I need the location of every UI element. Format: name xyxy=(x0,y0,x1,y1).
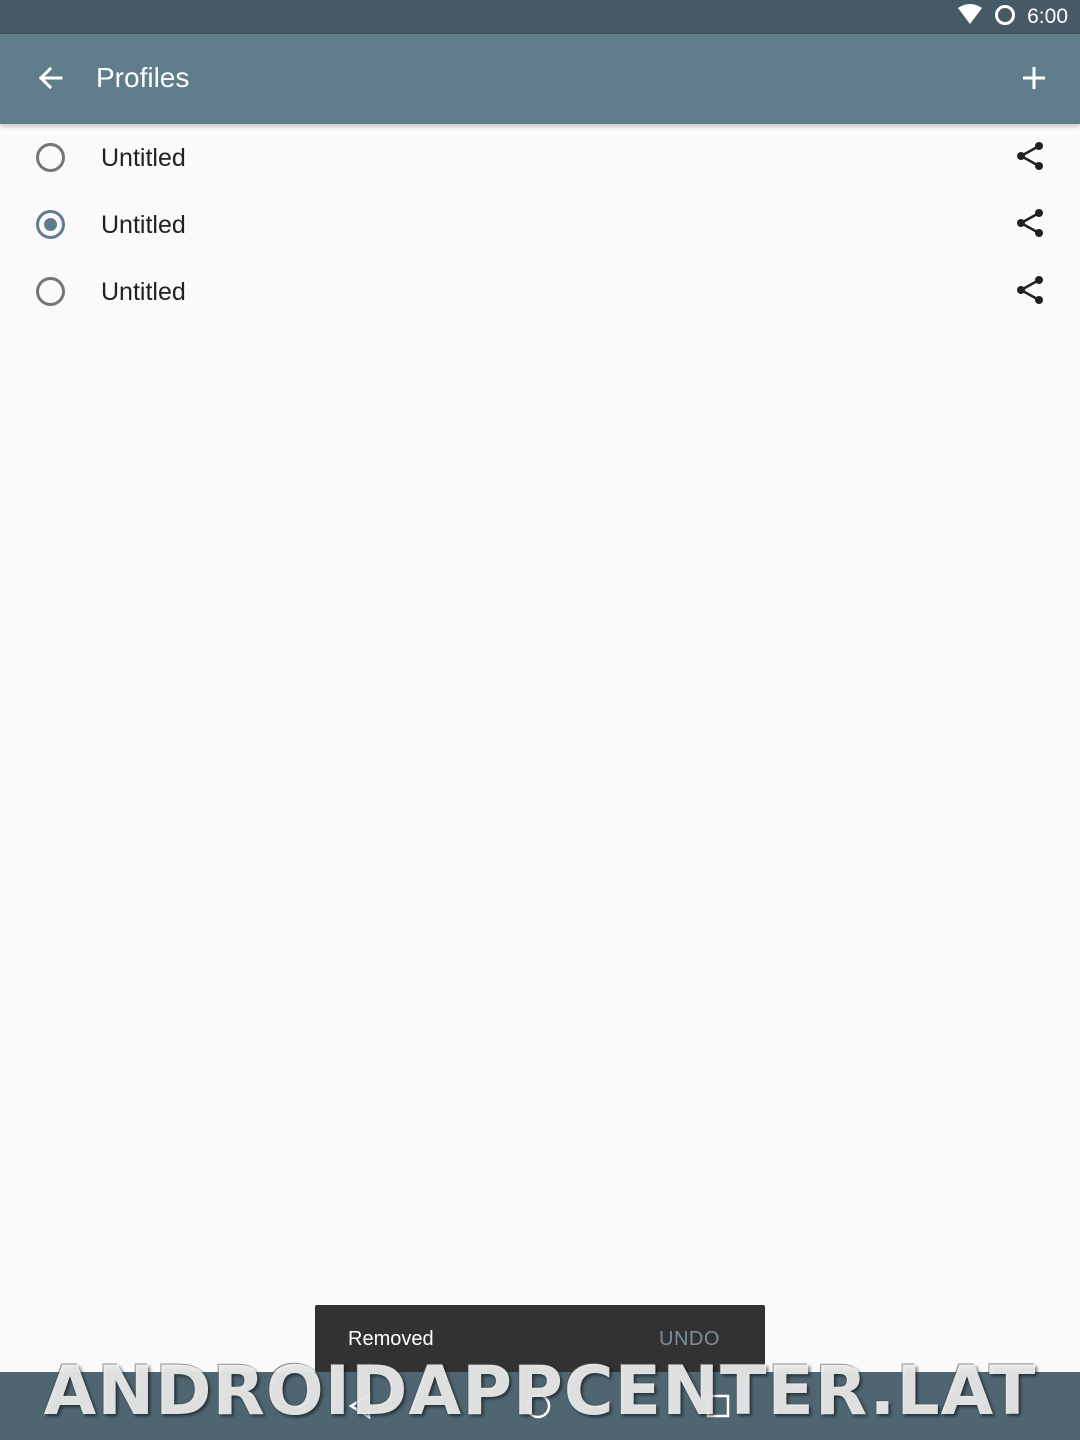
profile-label: Untitled xyxy=(101,211,186,239)
nav-recents-button[interactable] xyxy=(698,1388,738,1428)
profile-radio-button[interactable] xyxy=(36,210,65,239)
profile-row[interactable]: Untitled xyxy=(0,258,1080,325)
navigation-bar xyxy=(0,1372,1080,1440)
nav-home-button[interactable] xyxy=(518,1388,558,1428)
share-icon xyxy=(1014,274,1046,311)
home-circle-icon xyxy=(523,1391,553,1426)
share-button[interactable] xyxy=(1010,138,1050,178)
status-bar: 6:00 xyxy=(0,0,1080,34)
profile-list: Untitled Untitled Untitled xyxy=(0,124,1080,325)
profile-row[interactable]: Untitled xyxy=(0,124,1080,191)
arrow-back-icon xyxy=(36,64,64,97)
snackbar-message: Removed xyxy=(348,1328,434,1350)
status-time: 6:00 xyxy=(1027,5,1068,28)
share-icon xyxy=(1014,207,1046,244)
profile-label: Untitled xyxy=(101,144,186,172)
share-icon xyxy=(1014,140,1046,177)
wifi-icon xyxy=(957,3,983,31)
profile-row[interactable]: Untitled xyxy=(0,191,1080,258)
add-icon xyxy=(1021,65,1047,96)
nav-back-button[interactable] xyxy=(340,1388,380,1428)
add-profile-button[interactable] xyxy=(1010,56,1058,104)
profile-radio-button[interactable] xyxy=(36,143,65,172)
profile-radio-button[interactable] xyxy=(36,277,65,306)
back-triangle-icon xyxy=(345,1391,375,1426)
app-bar: Profiles xyxy=(0,34,1080,124)
back-button[interactable] xyxy=(26,56,74,104)
share-button[interactable] xyxy=(1010,272,1050,312)
profile-label: Untitled xyxy=(101,278,186,306)
sync-circle-icon xyxy=(993,3,1017,32)
snackbar: Removed UNDO xyxy=(315,1305,765,1372)
status-icons: 6:00 xyxy=(957,0,1068,34)
undo-button[interactable]: UNDO xyxy=(659,1328,720,1351)
share-button[interactable] xyxy=(1010,205,1050,245)
recents-square-icon xyxy=(703,1391,733,1426)
page-title: Profiles xyxy=(96,62,190,93)
